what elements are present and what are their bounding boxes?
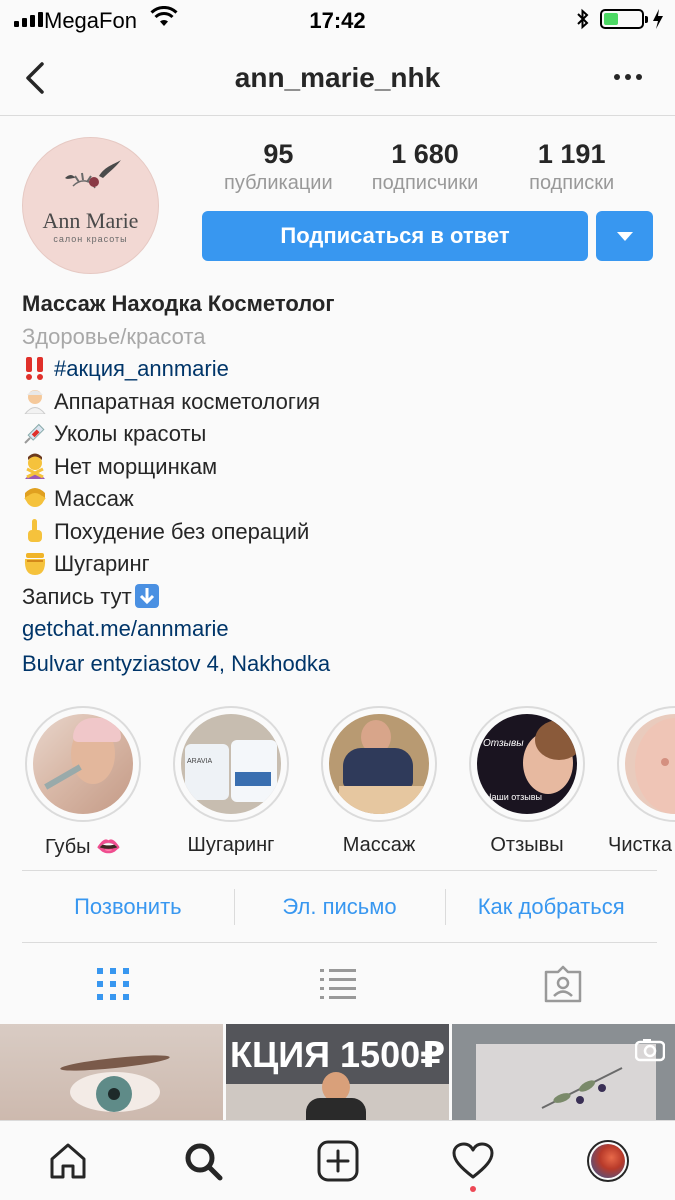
highlight-cover: ARAVIA bbox=[181, 714, 281, 814]
tab-profile[interactable] bbox=[540, 1121, 675, 1200]
charging-icon bbox=[652, 8, 664, 35]
navigation-bar: ann_marie_nhk bbox=[0, 40, 675, 116]
stat-posts[interactable]: 95 публикации bbox=[205, 138, 352, 196]
tab-new-post[interactable] bbox=[270, 1121, 405, 1200]
tagged-person-icon bbox=[544, 965, 581, 1003]
tab-activity[interactable] bbox=[405, 1121, 540, 1200]
pointing-up-icon bbox=[22, 518, 48, 544]
highlight-cover: Отзывы Наши отзывы bbox=[477, 714, 577, 814]
profile-avatar-thumb bbox=[586, 1139, 629, 1182]
bio-line: Шугаринг bbox=[54, 551, 150, 576]
highlight-cleaning[interactable]: Чистка bbox=[600, 706, 675, 857]
tab-list[interactable] bbox=[225, 944, 450, 1024]
stat-value: 1 191 bbox=[537, 139, 606, 169]
gesturing-no-icon bbox=[22, 453, 48, 479]
tab-search[interactable] bbox=[135, 1121, 270, 1200]
status-bar: MegaFon 17:42 bbox=[0, 0, 675, 40]
story-highlights: Губы 👄 ARAVIA Шугаринг Массаж Отзывы Наш… bbox=[0, 706, 675, 866]
highlight-massage[interactable]: Массаж bbox=[304, 706, 454, 857]
tab-home[interactable] bbox=[0, 1121, 135, 1200]
profile-category: Здоровье/красота bbox=[22, 323, 206, 349]
heart-icon bbox=[452, 1142, 493, 1178]
bio-line: Запись тут bbox=[22, 583, 132, 609]
more-options-button[interactable] bbox=[608, 65, 648, 89]
follow-back-button[interactable]: Подписаться в ответ bbox=[202, 211, 588, 261]
highlight-label: Отзывы bbox=[490, 834, 564, 856]
profile-username: ann_marie_nhk bbox=[234, 62, 441, 93]
bio-line: Уколы красоты bbox=[54, 421, 207, 446]
post-thumbnail[interactable] bbox=[452, 1024, 675, 1120]
battery-icon bbox=[600, 9, 648, 29]
product-text: ARAVIA bbox=[187, 758, 213, 765]
search-icon bbox=[185, 1143, 222, 1180]
stat-value: 95 bbox=[263, 139, 294, 169]
post-thumbnail[interactable]: КЦИЯ 1500₽ bbox=[226, 1024, 449, 1120]
stat-followers[interactable]: 1 680 подписчики bbox=[352, 138, 499, 196]
grid-icon bbox=[96, 968, 129, 1000]
highlight-label: Чистка bbox=[608, 834, 672, 856]
highlight-reviews[interactable]: Отзывы Наши отзывы Отзывы bbox=[452, 706, 602, 857]
add-post-icon bbox=[317, 1140, 358, 1181]
posts-grid: КЦИЯ 1500₽ bbox=[0, 1024, 675, 1120]
stat-label: подписки bbox=[529, 172, 615, 194]
profile-tabs bbox=[0, 944, 675, 1024]
post-thumbnail[interactable] bbox=[0, 1024, 223, 1120]
list-icon bbox=[319, 969, 356, 999]
email-button[interactable]: Эл. письмо bbox=[233, 871, 446, 942]
bottom-tab-bar bbox=[0, 1120, 675, 1200]
stat-value: 1 680 bbox=[391, 139, 459, 169]
call-button[interactable]: Позвонить bbox=[22, 871, 234, 942]
down-arrow-icon bbox=[134, 583, 160, 609]
olive-branch-graphic bbox=[541, 1067, 623, 1109]
double-exclamation-icon bbox=[22, 355, 48, 381]
highlight-label: Губы 👄 bbox=[44, 836, 121, 858]
caret-down-icon bbox=[616, 231, 633, 241]
hashtag-link[interactable]: #акция_annmarie bbox=[54, 356, 229, 381]
activity-notification-dot bbox=[469, 1186, 476, 1192]
honey-pot-icon bbox=[22, 550, 48, 576]
bio-line: Нет морщинкам bbox=[54, 453, 218, 479]
bird-logo-icon bbox=[65, 160, 121, 189]
suggestions-dropdown-button[interactable] bbox=[596, 211, 653, 261]
highlight-cover bbox=[625, 714, 675, 814]
website-link[interactable]: getchat.me/annmarie bbox=[22, 613, 652, 646]
stat-label: публикации bbox=[224, 172, 333, 194]
profile-bio: Массаж Находка Косметолог Здоровье/красо… bbox=[22, 288, 652, 680]
highlight-cover bbox=[329, 714, 429, 814]
health-worker-icon bbox=[22, 388, 48, 414]
highlight-sugaring[interactable]: ARAVIA Шугаринг bbox=[156, 706, 306, 857]
promo-text: КЦИЯ 1500₽ bbox=[230, 1034, 446, 1075]
highlight-lips[interactable]: Губы 👄 bbox=[8, 706, 158, 859]
bio-line: Массаж bbox=[54, 486, 134, 511]
profile-avatar[interactable]: Ann Marie салон красоты bbox=[22, 137, 159, 274]
logo-subtitle: салон красоты bbox=[53, 234, 128, 244]
address-link[interactable]: Bulvar entyziastov 4, Nakhodka bbox=[22, 648, 652, 681]
reviews-caption-text: Наши отзывы bbox=[485, 792, 543, 802]
highlight-cover bbox=[33, 714, 133, 814]
profile-stats: 95 публикации 1 680 подписчики 1 191 под… bbox=[205, 138, 645, 196]
massage-icon bbox=[22, 485, 48, 511]
bio-line: Похудение без операций bbox=[54, 518, 310, 544]
tab-grid[interactable] bbox=[0, 944, 225, 1024]
tab-tagged[interactable] bbox=[450, 944, 675, 1024]
stat-label: подписчики bbox=[371, 172, 479, 194]
directions-button[interactable]: Как добраться bbox=[445, 871, 657, 942]
profile-name: Массаж Находка Косметолог bbox=[22, 291, 335, 316]
bluetooth-icon bbox=[576, 8, 590, 35]
contact-buttons: Позвонить Эл. письмо Как добраться bbox=[22, 870, 657, 943]
stat-following[interactable]: 1 191 подписки bbox=[498, 138, 645, 196]
bio-line: Аппаратная косметология bbox=[54, 388, 321, 414]
reviews-overlay-text: Отзывы bbox=[483, 738, 524, 749]
home-icon bbox=[50, 1143, 85, 1178]
video-camera-icon bbox=[634, 1038, 666, 1062]
highlight-label: Шугаринг bbox=[187, 834, 275, 856]
clock: 17:42 bbox=[309, 8, 366, 33]
highlight-label: Массаж bbox=[342, 834, 416, 856]
logo-text: Ann Marie bbox=[42, 208, 139, 233]
syringe-icon bbox=[22, 420, 48, 446]
